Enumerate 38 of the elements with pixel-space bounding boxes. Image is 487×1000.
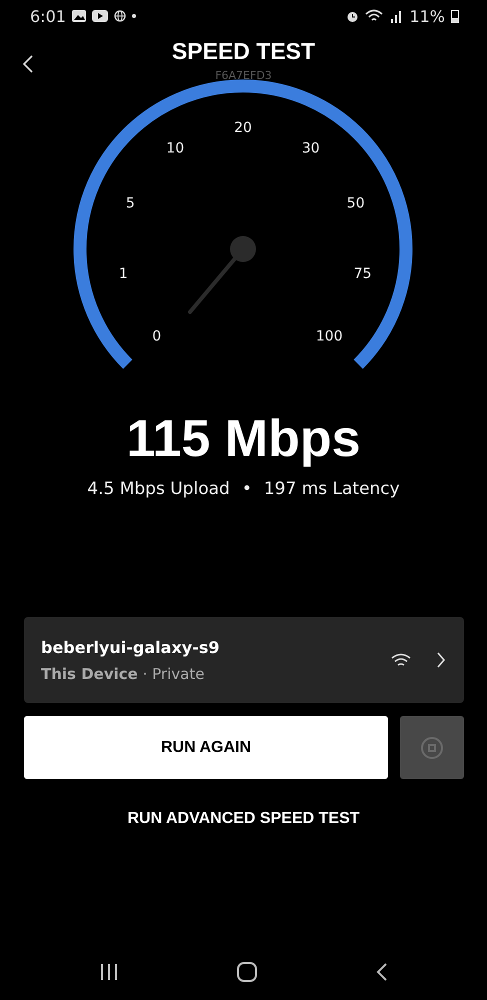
gauge-scale-label: 0 xyxy=(152,328,162,344)
back-nav-icon[interactable] xyxy=(374,962,388,982)
battery-icon xyxy=(451,9,459,23)
gauge-scale-label: 5 xyxy=(126,195,135,212)
download-speed: 115 Mbps xyxy=(125,409,362,469)
gauge-scale-label: 20 xyxy=(234,120,252,136)
gallery-icon xyxy=(72,10,86,22)
home-icon[interactable] xyxy=(236,962,258,982)
run-again-button[interactable]: RUN AGAIN xyxy=(24,716,388,779)
upload-speed: 4.5 Mbps Upload xyxy=(87,479,230,499)
back-icon[interactable] xyxy=(22,54,34,74)
wifi-icon xyxy=(365,9,384,23)
gauge-scale-label: 30 xyxy=(302,140,320,157)
globe-icon xyxy=(114,10,126,22)
gauge-scale-label: 75 xyxy=(354,266,372,282)
gauge-scale-label: 50 xyxy=(346,195,365,212)
recent-apps-icon[interactable] xyxy=(98,963,118,981)
wifi-icon xyxy=(390,652,412,668)
battery-percent: 11% xyxy=(409,6,445,26)
device-privacy: · Private xyxy=(142,664,204,682)
page-title: SPEED TEST xyxy=(172,38,316,65)
separator-dot: • xyxy=(242,479,252,499)
stop-icon xyxy=(420,736,444,760)
device-label: This Device xyxy=(41,664,138,682)
chevron-right-icon xyxy=(436,651,446,669)
alarm-icon xyxy=(346,10,360,22)
gauge-scale-label: 1 xyxy=(118,266,128,282)
device-card[interactable]: beberlyui-galaxy-s9 This Device · Private xyxy=(24,617,464,703)
video-icon xyxy=(92,10,108,22)
device-name: beberlyui-galaxy-s9 xyxy=(41,638,221,656)
latency: 197 ms Latency xyxy=(264,479,400,499)
advanced-test-link[interactable]: RUN ADVANCED SPEED TEST xyxy=(121,809,366,829)
device-id: F6A7EFD3 xyxy=(215,69,272,82)
gauge-scale-label: 10 xyxy=(166,140,184,157)
dot-icon xyxy=(132,14,136,18)
status-time: 6:01 xyxy=(30,6,66,26)
signal-icon xyxy=(389,9,404,23)
gauge-scale-label: 100 xyxy=(316,328,343,344)
